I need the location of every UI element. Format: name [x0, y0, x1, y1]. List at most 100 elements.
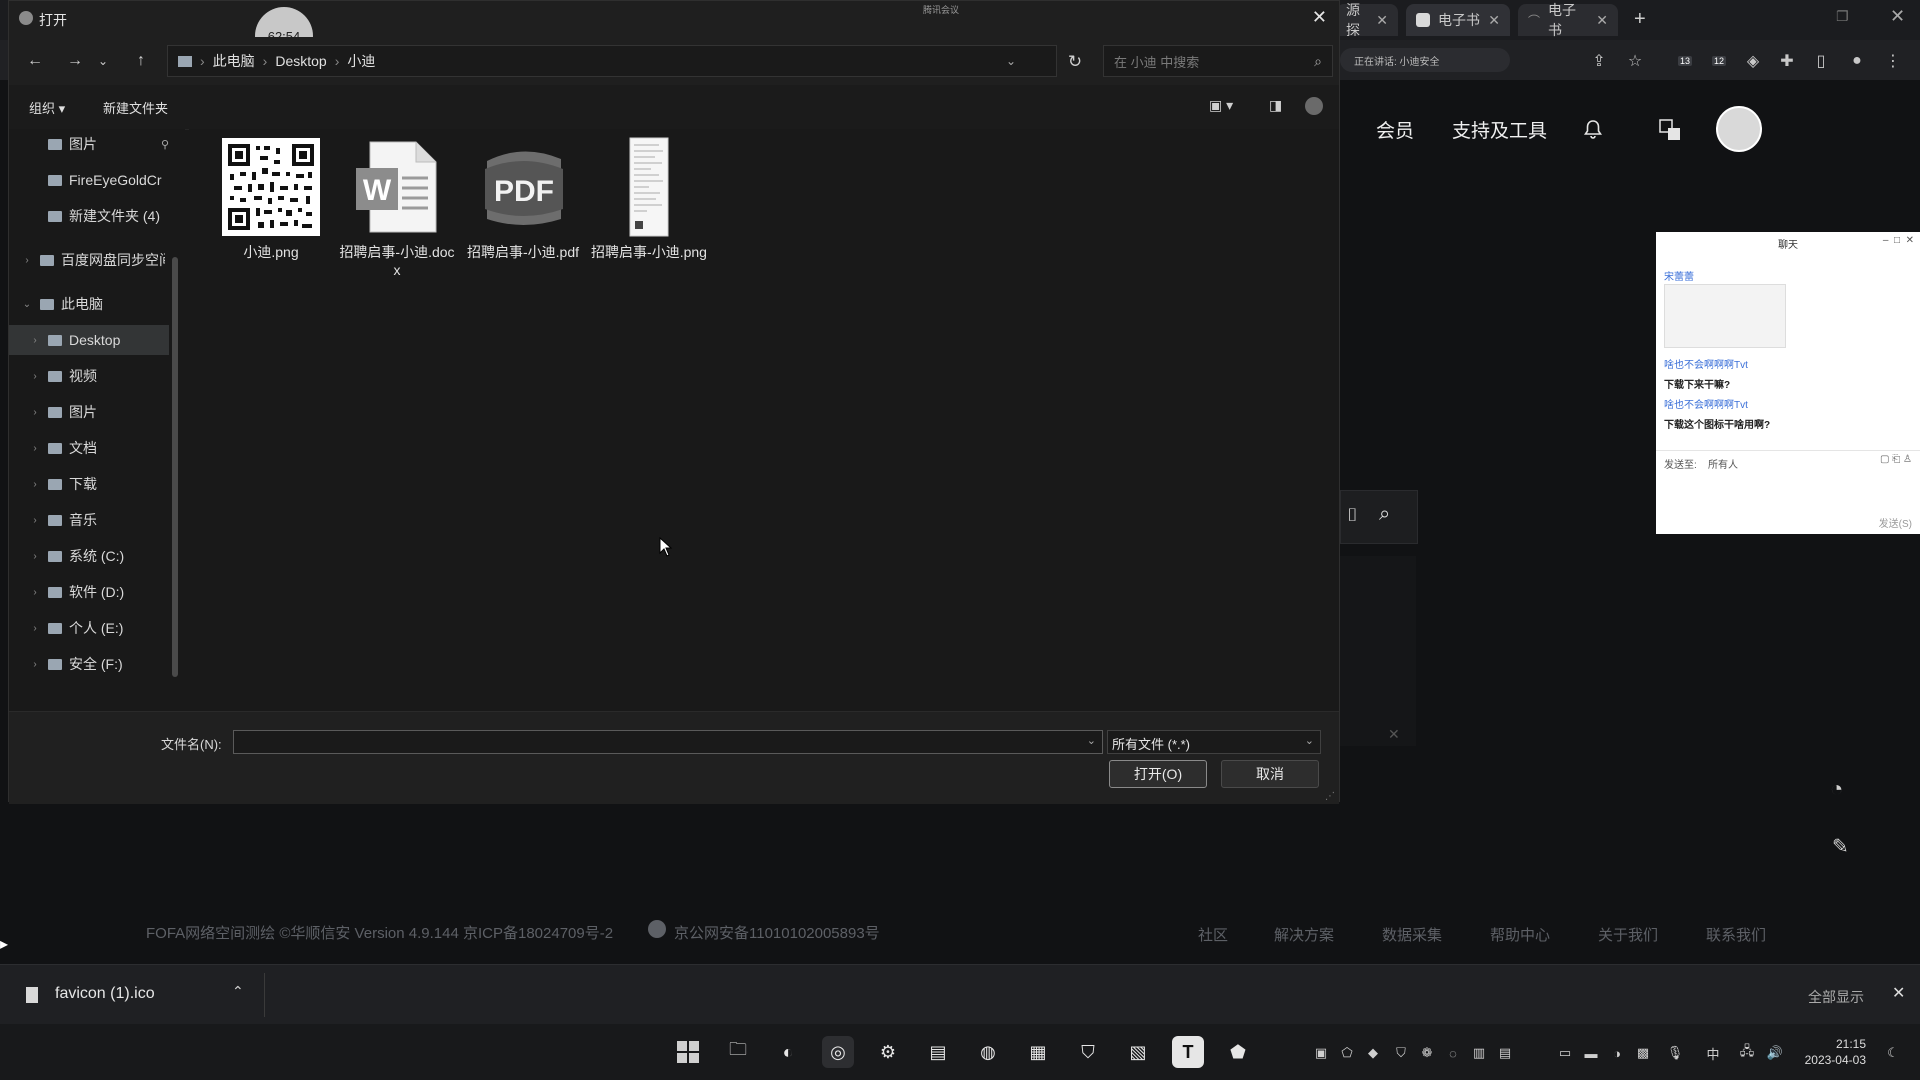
- footer-link[interactable]: 关于我们: [1598, 924, 1658, 945]
- clock[interactable]: 21:15 2023-04-03: [1796, 1036, 1866, 1068]
- nav-tools[interactable]: 支持及工具: [1452, 116, 1547, 143]
- footer-link[interactable]: 数据采集: [1382, 924, 1442, 945]
- sidebar-item[interactable]: › 百度网盘同步空间: [9, 245, 169, 275]
- browser-tab[interactable]: 电子书 ✕: [1406, 4, 1510, 36]
- pin-icon[interactable]: ⚲: [161, 138, 169, 151]
- sidebar-item[interactable]: › 图片: [9, 397, 169, 427]
- chevron-down-icon[interactable]: ⌄: [19, 299, 35, 310]
- extension-icon[interactable]: 12: [1706, 48, 1732, 74]
- file-explorer-icon[interactable]: 🗀: [722, 1036, 754, 1068]
- security-shield-icon[interactable]: ⛉: [1072, 1036, 1104, 1068]
- address-fragment[interactable]: 正在讲话: 小迪安全: [1340, 48, 1510, 72]
- sidebar-toggle-icon[interactable]: ▯: [1808, 48, 1834, 74]
- chrome-browser-icon[interactable]: ◎: [822, 1036, 854, 1068]
- panel-close-icon[interactable]: ✕: [1388, 726, 1400, 743]
- volume-icon[interactable]: 🔊: [1766, 1044, 1784, 1062]
- dialog-close-icon[interactable]: ✕: [1312, 7, 1327, 28]
- chevron-right-icon[interactable]: ›: [27, 479, 43, 490]
- sidebar-item[interactable]: › 安全 (F:): [9, 649, 169, 679]
- ime-indicator[interactable]: 中: [1704, 1044, 1722, 1062]
- preview-pane-icon[interactable]: ◨: [1269, 97, 1282, 114]
- network-icon[interactable]: 🖧: [1738, 1043, 1756, 1062]
- file-item[interactable]: 招聘启事-小迪.png: [589, 137, 709, 261]
- app-icon[interactable]: ⬟: [1222, 1036, 1254, 1068]
- tray-icon[interactable]: ◑: [1608, 1044, 1626, 1062]
- extension-icon[interactable]: ◈: [1740, 48, 1766, 74]
- chevron-up-icon[interactable]: ⌃: [232, 983, 244, 1000]
- open-button[interactable]: 打开(O): [1109, 760, 1207, 788]
- address-history-chevron-icon[interactable]: ⌄: [1006, 54, 1016, 68]
- camera-search-icon[interactable]: ⌷: [1347, 505, 1358, 526]
- chevron-right-icon[interactable]: ›: [19, 255, 35, 266]
- dialog-search-input[interactable]: 在 小迪 中搜索 ⌕: [1103, 45, 1333, 77]
- profile-icon[interactable]: ●: [1844, 48, 1870, 74]
- microphone-icon[interactable]: 🎙: [1666, 1044, 1684, 1062]
- file-item[interactable]: PDF 招聘启事-小迪.pdf: [463, 137, 583, 261]
- tray-icon[interactable]: ▥: [1470, 1044, 1488, 1062]
- chat-tools-icon[interactable]: ▢ ⎗ ♙: [1880, 454, 1912, 465]
- extension-icon[interactable]: 13: [1672, 48, 1698, 74]
- footer-link[interactable]: 解决方案: [1274, 924, 1334, 945]
- tray-icon[interactable]: ⛉: [1392, 1044, 1410, 1062]
- edit-pencil-icon[interactable]: ✎: [1832, 834, 1849, 859]
- footer-link[interactable]: 社区: [1198, 924, 1228, 945]
- filetype-select[interactable]: 所有文件 (*.*) ⌄: [1107, 730, 1321, 754]
- sidebar-item[interactable]: 图片 ⚲: [9, 129, 169, 159]
- notification-moon-icon[interactable]: ☾: [1884, 1044, 1902, 1062]
- filename-history-chevron-icon[interactable]: ⌄: [1087, 734, 1096, 747]
- tray-icon[interactable]: ❁: [1418, 1044, 1436, 1062]
- translate-icon[interactable]: [1658, 118, 1682, 142]
- sidebar-item[interactable]: ⌄ 此电脑: [9, 289, 169, 319]
- footer-link[interactable]: 联系我们: [1706, 924, 1766, 945]
- edge-browser-icon[interactable]: ◐: [772, 1036, 804, 1068]
- tab-close-icon[interactable]: ✕: [1376, 12, 1388, 29]
- new-tab-plus-icon[interactable]: +: [1634, 8, 1646, 31]
- chevron-right-icon[interactable]: ›: [27, 371, 43, 382]
- bookmark-star-icon[interactable]: ☆: [1622, 48, 1648, 74]
- chat-image-preview[interactable]: [1664, 284, 1786, 348]
- tray-icon[interactable]: ▬: [1582, 1044, 1600, 1062]
- chat-window-controls[interactable]: – □ ✕: [1883, 235, 1914, 246]
- user-avatar[interactable]: [1716, 106, 1762, 152]
- sidebar-item[interactable]: › 文档: [9, 433, 169, 463]
- view-mode-icon[interactable]: ▣ ▾: [1209, 97, 1233, 114]
- forward-arrow-icon[interactable]: →: [61, 47, 89, 75]
- nav-member[interactable]: 会员: [1376, 116, 1414, 143]
- sidebar-item[interactable]: › 下载: [9, 469, 169, 499]
- chevron-right-icon[interactable]: ›: [27, 623, 43, 634]
- window-restore-icon[interactable]: ❐: [1836, 8, 1849, 25]
- app-icon[interactable]: ◍: [972, 1036, 1004, 1068]
- organize-menu[interactable]: 组织 ▾: [29, 98, 65, 117]
- breadcrumb-item[interactable]: Desktop: [275, 53, 326, 69]
- sidebar-item[interactable]: › 个人 (E:): [9, 613, 169, 643]
- send-to-select[interactable]: 所有人: [1708, 456, 1738, 471]
- tab-close-icon[interactable]: ✕: [1596, 12, 1608, 29]
- sidebar-scrollbar[interactable]: [172, 257, 178, 677]
- browser-tab[interactable]: ⌒ 电子书 ✕: [1518, 2, 1618, 38]
- app-icon[interactable]: ▤: [922, 1036, 954, 1068]
- sidebar-item[interactable]: › Desktop: [9, 325, 169, 355]
- chevron-right-icon[interactable]: ›: [27, 407, 43, 418]
- tray-icon[interactable]: ▣: [1312, 1044, 1330, 1062]
- chevron-right-icon[interactable]: ›: [27, 335, 43, 346]
- steam-icon[interactable]: ⚙: [872, 1036, 904, 1068]
- refresh-icon[interactable]: ↻: [1061, 49, 1089, 75]
- resize-grip-icon[interactable]: ⋰: [1325, 791, 1335, 802]
- file-item[interactable]: W 招聘启事-小迪.docx: [337, 137, 457, 279]
- tray-icon[interactable]: ⬠: [1338, 1044, 1356, 1062]
- back-arrow-icon[interactable]: ←: [21, 47, 49, 75]
- footer-link[interactable]: 帮助中心: [1490, 924, 1550, 945]
- chevron-right-icon[interactable]: ›: [27, 551, 43, 562]
- chevron-right-icon[interactable]: ›: [27, 587, 43, 598]
- puzzle-extensions-icon[interactable]: ✚: [1774, 48, 1800, 74]
- sidebar-item[interactable]: › 音乐: [9, 505, 169, 535]
- address-breadcrumb[interactable]: › 此电脑 › Desktop › 小迪 ⌄: [167, 45, 1057, 77]
- up-arrow-icon[interactable]: ↑: [127, 47, 155, 75]
- share-icon[interactable]: ⇪: [1586, 48, 1612, 74]
- cancel-button[interactable]: 取消: [1221, 760, 1319, 788]
- start-windows-icon[interactable]: [672, 1036, 704, 1068]
- sidebar-item[interactable]: › 软件 (D:): [9, 577, 169, 607]
- sidebar-item[interactable]: › 视频: [9, 361, 169, 391]
- tray-icon[interactable]: ◆: [1364, 1044, 1382, 1062]
- sidebar-item[interactable]: FireEyeGoldCr: [9, 165, 169, 195]
